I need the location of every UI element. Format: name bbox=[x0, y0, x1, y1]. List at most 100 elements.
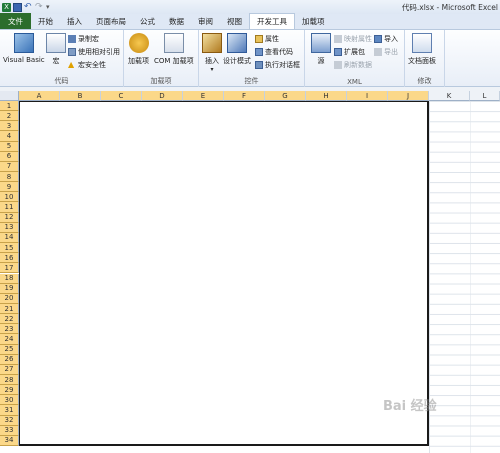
tab-review[interactable]: 审阅 bbox=[191, 14, 220, 29]
view-code-button[interactable]: 查看代码 bbox=[255, 46, 293, 57]
row-header[interactable]: 27 bbox=[0, 364, 19, 375]
save-icon[interactable] bbox=[13, 2, 22, 12]
group-code: Visual Basic 宏 录制宏 使用相对引用 ▲ 宏安全性 代码 bbox=[0, 30, 124, 87]
row-header[interactable]: 7 bbox=[0, 161, 19, 173]
tab-insert[interactable]: 插入 bbox=[60, 14, 89, 29]
warning-icon: ▲ bbox=[68, 59, 75, 69]
tab-view[interactable]: 视图 bbox=[220, 14, 249, 29]
record-macro-icon bbox=[68, 34, 76, 43]
column-header[interactable]: F bbox=[224, 91, 265, 101]
row-header[interactable]: 19 bbox=[0, 283, 19, 294]
map-properties-button[interactable]: 映射属性 bbox=[334, 33, 372, 44]
row-header[interactable]: 24 bbox=[0, 334, 19, 345]
row-header[interactable]: 34 bbox=[0, 435, 19, 446]
insert-control-button[interactable]: 插入 ▾ bbox=[202, 33, 222, 73]
row-header[interactable]: 12 bbox=[0, 212, 19, 223]
column-header[interactable]: E bbox=[183, 91, 224, 101]
row-header[interactable]: 13 bbox=[0, 222, 19, 233]
row-header[interactable]: 28 bbox=[0, 374, 19, 386]
row-header[interactable]: 17 bbox=[0, 263, 19, 274]
document-panel-icon bbox=[412, 33, 432, 53]
tab-data[interactable]: 数据 bbox=[162, 14, 191, 29]
row-header[interactable]: 26 bbox=[0, 354, 19, 365]
group-controls: 插入 ▾ 设计模式 属性 查看代码 执行对话框 控件 bbox=[199, 30, 305, 87]
window-title: 代码.xlsx - Microsoft Excel bbox=[401, 3, 498, 12]
document-panel-button[interactable]: 文档面板 bbox=[408, 33, 436, 66]
com-addins-button[interactable]: COM 加载项 bbox=[154, 33, 194, 66]
redo-icon[interactable]: ↷ bbox=[35, 2, 44, 12]
row-header[interactable]: 25 bbox=[0, 344, 19, 355]
column-header[interactable]: J bbox=[388, 91, 429, 101]
row-header[interactable]: 14 bbox=[0, 232, 19, 244]
export-button[interactable]: 导出 bbox=[374, 46, 398, 57]
refresh-data-button[interactable]: 刷新数据 bbox=[334, 59, 372, 70]
row-header[interactable]: 8 bbox=[0, 172, 19, 183]
row-header[interactable]: 20 bbox=[0, 293, 19, 304]
column-header[interactable]: C bbox=[101, 91, 142, 101]
column-header[interactable]: I bbox=[347, 91, 388, 101]
row-header[interactable]: 9 bbox=[0, 182, 19, 193]
row-header[interactable]: 10 bbox=[0, 192, 19, 203]
tab-page-layout[interactable]: 页面布局 bbox=[89, 14, 133, 29]
macros-button[interactable]: 宏 bbox=[46, 33, 66, 66]
view-code-icon bbox=[255, 47, 263, 56]
column-header[interactable]: K bbox=[429, 91, 470, 101]
column-header[interactable]: L bbox=[470, 91, 500, 101]
row-header[interactable]: 4 bbox=[0, 131, 19, 142]
export-icon bbox=[374, 47, 382, 56]
row-header[interactable]: 32 bbox=[0, 415, 19, 426]
row-header[interactable]: 33 bbox=[0, 425, 19, 436]
row-header[interactable]: 30 bbox=[0, 395, 19, 406]
tab-developer[interactable]: 开发工具 bbox=[249, 13, 295, 29]
xml-source-button[interactable]: 源 bbox=[311, 33, 331, 66]
relative-references-icon bbox=[68, 47, 76, 56]
import-button[interactable]: 导入 bbox=[374, 33, 398, 44]
select-all-corner[interactable] bbox=[0, 91, 19, 101]
run-dialog-button[interactable]: 执行对话框 bbox=[255, 59, 300, 70]
row-header[interactable]: 6 bbox=[0, 151, 19, 162]
column-header[interactable]: H bbox=[306, 91, 347, 101]
record-macro-button[interactable]: 录制宏 bbox=[68, 33, 99, 44]
column-header[interactable]: D bbox=[142, 91, 183, 101]
tab-addins[interactable]: 加载项 bbox=[295, 14, 332, 29]
row-header[interactable]: 18 bbox=[0, 273, 19, 284]
row-header[interactable]: 1 bbox=[0, 101, 19, 112]
properties-icon bbox=[255, 34, 263, 43]
tab-formulas[interactable]: 公式 bbox=[133, 14, 162, 29]
design-mode-icon bbox=[227, 33, 247, 53]
row-header[interactable]: 22 bbox=[0, 314, 19, 325]
row-header[interactable]: 21 bbox=[0, 303, 19, 315]
row-header[interactable]: 5 bbox=[0, 141, 19, 152]
row-header[interactable]: 16 bbox=[0, 253, 19, 264]
column-header[interactable]: A bbox=[19, 91, 60, 101]
row-header[interactable]: 15 bbox=[0, 243, 19, 254]
addins-icon bbox=[128, 33, 149, 53]
map-properties-icon bbox=[334, 34, 342, 43]
expansion-packs-button[interactable]: 扩展包 bbox=[334, 46, 365, 57]
selected-range[interactable] bbox=[19, 101, 429, 446]
tab-file[interactable]: 文件 bbox=[0, 13, 31, 29]
macro-security-button[interactable]: ▲ 宏安全性 bbox=[68, 59, 106, 70]
properties-button[interactable]: 属性 bbox=[255, 33, 279, 44]
row-header[interactable]: 3 bbox=[0, 121, 19, 132]
chevron-down-icon: ▾ bbox=[210, 66, 214, 73]
relative-references-button[interactable]: 使用相对引用 bbox=[68, 46, 120, 57]
addins-button[interactable]: 加载项 bbox=[128, 33, 149, 66]
column-header[interactable]: G bbox=[265, 91, 306, 101]
xml-source-icon bbox=[311, 33, 331, 53]
customize-toolbar-icon[interactable]: ▾ bbox=[46, 3, 55, 12]
row-header[interactable]: 29 bbox=[0, 385, 19, 396]
unselected-cells[interactable] bbox=[429, 101, 500, 453]
visual-basic-icon bbox=[13, 33, 34, 53]
group-code-label: 代码 bbox=[54, 77, 69, 85]
row-header[interactable]: 2 bbox=[0, 111, 19, 122]
refresh-icon bbox=[334, 60, 342, 69]
design-mode-button[interactable]: 设计模式 bbox=[223, 33, 251, 66]
undo-icon[interactable]: ↶ bbox=[24, 2, 33, 12]
row-header[interactable]: 11 bbox=[0, 202, 19, 213]
row-header[interactable]: 23 bbox=[0, 324, 19, 335]
row-header[interactable]: 31 bbox=[0, 405, 19, 416]
visual-basic-button[interactable]: Visual Basic bbox=[3, 33, 45, 64]
tab-home[interactable]: 开始 bbox=[31, 14, 60, 29]
column-header[interactable]: B bbox=[60, 91, 101, 101]
